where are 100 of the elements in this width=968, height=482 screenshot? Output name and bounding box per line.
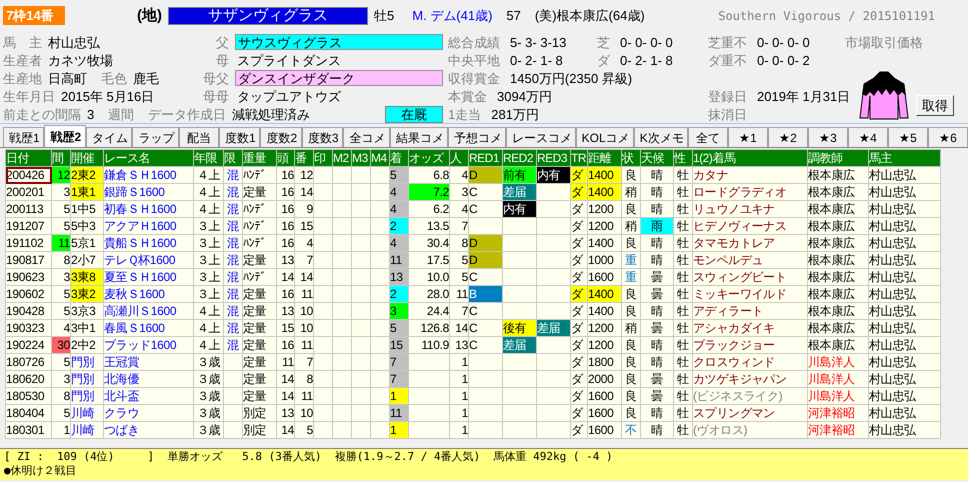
owner-cell: 村山忠弘 bbox=[868, 234, 940, 252]
pedigree-value: サウスヴィグラス bbox=[235, 34, 443, 50]
owner-cell: 村山忠弘 bbox=[868, 370, 940, 388]
tab[interactable]: ★4 bbox=[848, 127, 888, 147]
tab[interactable]: KOLコメ bbox=[576, 127, 634, 147]
rating-cell: D bbox=[468, 252, 502, 268]
rating-cell: C bbox=[468, 320, 502, 336]
tab[interactable]: 度数3 bbox=[302, 127, 344, 147]
comment-cell: 内有 bbox=[536, 166, 570, 184]
rating-cell: C bbox=[468, 336, 502, 354]
weight-rule-cell: 別定 bbox=[242, 404, 276, 422]
race-name-cell: 鎌倉ＳＨ1600 bbox=[104, 166, 194, 184]
weather-cell: 晴 bbox=[640, 302, 674, 320]
weight-rule-cell: 定量 bbox=[242, 354, 276, 370]
tab[interactable]: レースコメ bbox=[506, 127, 576, 147]
column-header: オッズ bbox=[408, 150, 450, 166]
tab[interactable]: 戦歴2 bbox=[44, 125, 86, 147]
winner-cell: クロスウィンド bbox=[692, 354, 808, 370]
column-header: レース名 bbox=[104, 150, 194, 166]
tab[interactable]: ★3 bbox=[808, 127, 848, 147]
race-name-cell: 高瀬川Ｓ1600 bbox=[104, 302, 194, 320]
owner-cell: 村山忠弘 bbox=[868, 404, 940, 422]
column-header: 馬主 bbox=[868, 150, 940, 166]
tab[interactable]: ラップ bbox=[132, 127, 179, 147]
weight-rule-cell: 定量 bbox=[242, 370, 276, 388]
stat-value: 0- 2- 1- 8 bbox=[510, 54, 563, 66]
stat-label: 収得賞金 bbox=[448, 72, 500, 84]
venue-cell: 1中5 bbox=[70, 200, 104, 218]
winner-cell: リュウノユキナ bbox=[692, 200, 808, 218]
pedigree-label: 父 bbox=[215, 36, 229, 48]
tab[interactable]: ★1 bbox=[728, 127, 768, 147]
stat-label: 本賞金 bbox=[448, 90, 487, 102]
odds-cell: 28.0 bbox=[408, 286, 450, 302]
age-class-cell: ４上 bbox=[194, 184, 224, 200]
trainer-cell: 根本康広 bbox=[808, 302, 868, 320]
tab[interactable]: 戦歴1 bbox=[3, 127, 44, 147]
venue-cell: 5京1 bbox=[70, 234, 104, 252]
column-header: 頭 bbox=[276, 150, 294, 166]
tab[interactable]: 度数2 bbox=[260, 127, 302, 147]
date-cell: 180404 bbox=[6, 404, 52, 422]
trainer-cell: 根本康広 bbox=[808, 234, 868, 252]
info-label: 生産地 bbox=[3, 72, 42, 84]
owner-cell: 村山忠弘 bbox=[868, 388, 940, 404]
venue-cell: 門別 bbox=[70, 388, 104, 404]
winner-cell: アシャカダイキ bbox=[692, 320, 808, 336]
venue-cell: 5中3 bbox=[70, 218, 104, 234]
race-name-cell: 夏至ＳＨ1600 bbox=[104, 268, 194, 286]
age-class-cell: ３上 bbox=[194, 234, 224, 252]
date-cell: 190623 bbox=[6, 268, 52, 286]
english-name: Southern Vigorous / 2015101191 bbox=[718, 10, 935, 22]
stat-value: 2019年 1月31日 bbox=[757, 90, 850, 102]
get-button[interactable]: 取得 bbox=[916, 95, 954, 116]
venue-cell: 2東2 bbox=[70, 166, 104, 184]
race-name-cell: つばき bbox=[104, 422, 194, 438]
venue-cell: 3京3 bbox=[70, 302, 104, 320]
info-value: 3 bbox=[87, 108, 94, 120]
tab[interactable]: ★6 bbox=[928, 127, 968, 147]
region-label: (地) bbox=[137, 8, 162, 23]
weather-cell: 曇 bbox=[640, 320, 674, 336]
tab[interactable]: K次メモ bbox=[634, 127, 688, 147]
weather-cell: 晴 bbox=[640, 200, 674, 218]
weather-cell: 曇 bbox=[640, 370, 674, 388]
weight-rule-cell: 別定 bbox=[242, 422, 276, 438]
weather-cell: 晴 bbox=[640, 354, 674, 370]
owner-cell: 村山忠弘 bbox=[868, 422, 940, 438]
tab[interactable]: 全て bbox=[688, 127, 728, 147]
winner-cell: アディラート bbox=[692, 302, 808, 320]
comment-cell: 差届 bbox=[536, 320, 570, 336]
date-cell: 200113 bbox=[6, 200, 52, 218]
date-cell: 191102 bbox=[6, 234, 52, 252]
rating-cell: C bbox=[468, 200, 502, 218]
racing-jersey-icon bbox=[858, 70, 910, 120]
stat-label: ダ bbox=[597, 54, 610, 66]
age-class-cell: ４上 bbox=[194, 200, 224, 218]
column-header: RED1 bbox=[468, 150, 502, 166]
weight-rule-cell: 定量 bbox=[242, 320, 276, 336]
tab[interactable]: 結果コメ bbox=[390, 127, 448, 147]
venue-cell: 2小7 bbox=[70, 252, 104, 268]
tab[interactable]: 度数1 bbox=[219, 127, 260, 147]
tab[interactable]: 配当 bbox=[179, 127, 219, 147]
stat-label: 芝 bbox=[597, 36, 610, 48]
tab[interactable]: 予想コメ bbox=[448, 127, 506, 147]
tab[interactable]: ★5 bbox=[888, 127, 928, 147]
column-header: 状 bbox=[622, 150, 640, 166]
tab[interactable]: ★2 bbox=[768, 127, 808, 147]
stat-value: 3094万円 bbox=[497, 90, 552, 102]
weather-cell: 曇 bbox=[640, 286, 674, 302]
race-name-cell: 貴船ＳＨ1600 bbox=[104, 234, 194, 252]
tab[interactable]: 全コメ bbox=[343, 127, 390, 147]
owner-cell: 村山忠弘 bbox=[868, 200, 940, 218]
info-label: 生年月日 bbox=[3, 90, 55, 102]
owner-cell: 村山忠弘 bbox=[868, 166, 940, 184]
comment-cell: 後有 bbox=[502, 320, 536, 336]
column-header: M2 bbox=[332, 150, 352, 166]
distance-cell: 1000 bbox=[588, 252, 622, 268]
race-name-cell: テレＱ杯1600 bbox=[104, 252, 194, 268]
tab[interactable]: タイム bbox=[86, 127, 132, 147]
race-name-cell: アクアＨ1600 bbox=[104, 218, 194, 234]
owner-cell: 村山忠弘 bbox=[868, 336, 940, 354]
rating-cell: D bbox=[468, 166, 502, 184]
